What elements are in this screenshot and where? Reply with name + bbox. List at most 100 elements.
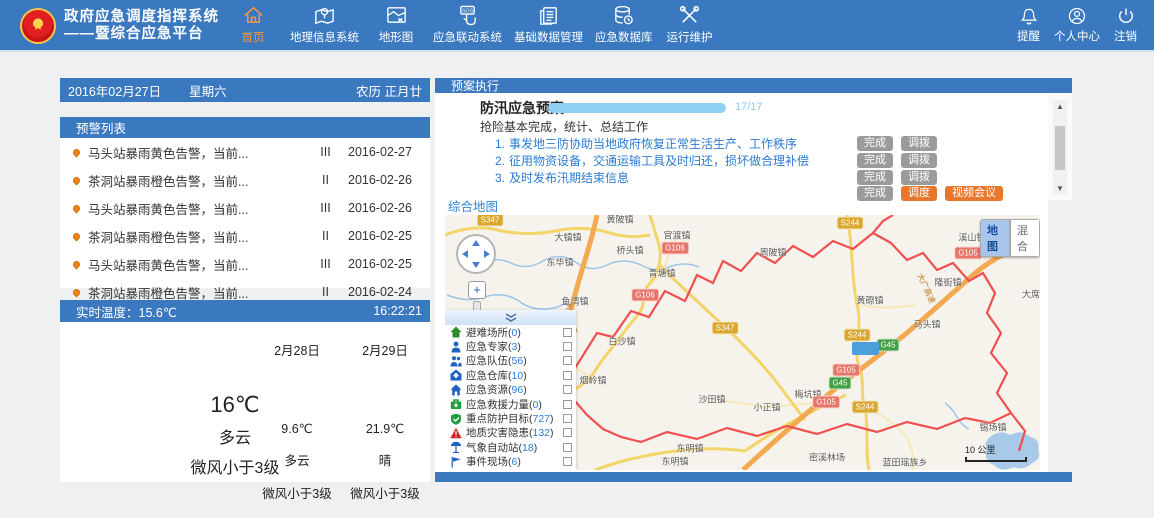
shield-icon (450, 413, 462, 425)
layer-checkbox[interactable] (563, 328, 572, 337)
layer-item-weather-station[interactable]: 气象自动站(18) (445, 440, 576, 454)
app-title-line2: ——暨综合应急平台 (64, 26, 219, 43)
rescue-icon (450, 398, 462, 410)
layer-item-shelter[interactable]: 避难场所(0) (445, 325, 576, 339)
shelter-icon (450, 326, 462, 338)
task-complete-button[interactable]: 完成 (857, 136, 893, 151)
nav-item-home[interactable]: 首页 (222, 4, 284, 45)
date-bar: 2016年02月27日 星期六 农历 正月廿 (60, 78, 430, 102)
layer-checkbox[interactable] (563, 414, 572, 423)
user-action-bell[interactable]: 提醒 (1010, 6, 1047, 44)
layer-checkbox[interactable] (563, 385, 572, 394)
task-dispatch-button[interactable]: 调拨 (901, 153, 937, 168)
forecast-wind: 微风小于3级 (340, 483, 430, 502)
plan-video-conference-button[interactable]: 视频会议 (945, 186, 1003, 201)
road-badge-G105: G105 (812, 396, 840, 409)
warehouse-icon (450, 369, 462, 381)
nav-item-documents[interactable]: 基础数据管理 (508, 4, 589, 45)
map-type-hybrid-button[interactable]: 混合 (1010, 219, 1040, 257)
plan-scroll-area: ▲ ▼ (1048, 93, 1072, 200)
layer-item-rescue[interactable]: 应急救援力量(0) (445, 397, 576, 411)
app-title-line1: 政府应急调度指挥系统 (64, 9, 219, 26)
nav-item-database-clock[interactable]: 应急数据库 (589, 4, 659, 45)
gis-map-pin-icon (313, 4, 336, 27)
map-pan-control[interactable] (455, 233, 497, 275)
plan-dispatch-button[interactable]: 调度 (901, 186, 937, 201)
road-badge-S347: S347 (712, 322, 739, 335)
task-text[interactable]: 及时发布汛期结束信息 (509, 169, 629, 186)
lunar-date-text: 农历 正月廿 (356, 81, 422, 100)
warning-text: 马头站暴雨黄色告警，当前... (88, 199, 303, 218)
warning-date: 2016-02-26 (348, 201, 430, 215)
map-type-map-button[interactable]: 地图 (980, 219, 1010, 257)
layer-item-team[interactable]: 应急队伍(56) (445, 354, 576, 368)
nav-item-tools[interactable]: 运行维护 (659, 4, 721, 45)
warning-panel-title: 预警列表 (60, 118, 126, 137)
task-complete-button[interactable]: 完成 (857, 170, 893, 185)
layer-item-warehouse[interactable]: 应急仓库(10) (445, 368, 576, 382)
map-town-label: 青塘镇 (648, 267, 675, 280)
documents-icon (537, 4, 560, 27)
map-zoom-in-button[interactable]: + (468, 281, 486, 299)
task-number: 1. (495, 137, 505, 151)
scroll-down-icon[interactable]: ▼ (1053, 184, 1067, 193)
warning-list-item[interactable]: 马头站暴雨黄色告警，当前...III2016-02-26 (60, 194, 430, 222)
user-action-label: 提醒 (1017, 28, 1040, 44)
layer-checkbox[interactable] (563, 428, 572, 437)
layer-item-hazard[interactable]: 地质灾害隐患(132) (445, 426, 576, 440)
task-dispatch-button[interactable]: 调拨 (901, 136, 937, 151)
user-action-power[interactable]: 注销 (1107, 6, 1144, 44)
layer-checkbox[interactable] (563, 356, 572, 365)
nav-item-label: 应急数据库 (595, 29, 653, 45)
warning-list-item[interactable]: 马头站暴雨黄色告警，当前...III2016-02-25 (60, 250, 430, 278)
warning-list-item[interactable]: 马头站暴雨黄色告警，当前...III2016-02-27 (60, 138, 430, 166)
task-buttons: 完成调拨 (857, 136, 1057, 151)
layer-checkbox[interactable] (563, 371, 572, 380)
warning-level: III (303, 257, 348, 271)
sos-hand-icon: SOS (456, 4, 479, 27)
hazard-icon (450, 427, 462, 439)
layer-label: 重点防护目标(727) (466, 411, 554, 426)
composite-map[interactable]: 大广高速 大广高速 黄陂镇大镇镇官渡镇桥头镇东华镇青塘镇鱼湾镇白沙镇周陂镇黄磜镇… (445, 215, 1040, 470)
warning-level: III (303, 145, 348, 159)
map-town-label: 周陂镇 (759, 246, 786, 259)
plan-scrollbar[interactable]: ▲ ▼ (1053, 100, 1067, 195)
layer-checkbox[interactable] (563, 400, 572, 409)
plan-panel-title: 预案执行 (435, 77, 499, 94)
layer-panel-collapse-button[interactable] (445, 310, 576, 325)
scrollbar-thumb[interactable] (1055, 126, 1065, 170)
map-town-label: 鱼湾镇 (561, 295, 588, 308)
warning-list-item[interactable]: 茶洞站暴雨橙色告警，当前...II2016-02-26 (60, 166, 430, 194)
layer-checkbox[interactable] (563, 443, 572, 452)
layer-item-shield[interactable]: 重点防护目标(727) (445, 411, 576, 425)
nav-item-gis-map-pin[interactable]: 地理信息系统 (284, 4, 365, 45)
map-town-label: 桥头镇 (616, 244, 643, 257)
task-text[interactable]: 征用物资设备，交通运输工具及时归还，损坏做合理补偿 (509, 152, 809, 169)
nav-item-label: 地形图 (379, 29, 414, 45)
map-town-label: 东华镇 (546, 256, 573, 269)
layer-checkbox[interactable] (563, 457, 572, 466)
scroll-up-icon[interactable]: ▲ (1053, 102, 1067, 111)
map-town-label: 白沙镇 (608, 335, 635, 348)
layer-item-expert[interactable]: 应急专家(3) (445, 339, 576, 353)
plan-complete-button[interactable]: 完成 (857, 186, 893, 201)
main-nav: 首页地理信息系统地形图 SOS应急联动系统基础数据管理应急数据库运行维护 (222, 4, 721, 45)
warning-list-item[interactable]: 茶洞站暴雨橙色告警，当前...II2016-02-25 (60, 222, 430, 250)
nav-item-terrain-map[interactable]: 地形图 (365, 4, 427, 45)
layer-item-resource[interactable]: 应急资源(96) (445, 383, 576, 397)
warning-panel: 预警列表 马头站暴雨黄色告警，当前...III2016-02-27茶洞站暴雨橙色… (60, 117, 430, 288)
resource-icon (450, 384, 462, 396)
task-dispatch-button[interactable]: 调拨 (901, 170, 937, 185)
user-action-user-circle[interactable]: 个人中心 (1047, 6, 1107, 44)
map-town-label: 官渡镇 (663, 229, 690, 242)
nav-item-sos-hand[interactable]: SOS应急联动系统 (427, 4, 508, 45)
layer-checkbox[interactable] (563, 342, 572, 351)
forecast-date: 2月29日 (340, 340, 430, 359)
task-text[interactable]: 事发地三防协助当地政府恢复正常生活生产、工作秩序 (509, 135, 797, 152)
map-highlight-marker[interactable] (852, 342, 879, 355)
layer-item-flag[interactable]: 事件现场(6) (445, 455, 576, 469)
road-badge-S244: S244 (844, 329, 871, 342)
map-town-label: 沙田镇 (698, 393, 725, 406)
warning-text: 茶洞站暴雨橙色告警，当前... (88, 227, 303, 246)
task-complete-button[interactable]: 完成 (857, 153, 893, 168)
